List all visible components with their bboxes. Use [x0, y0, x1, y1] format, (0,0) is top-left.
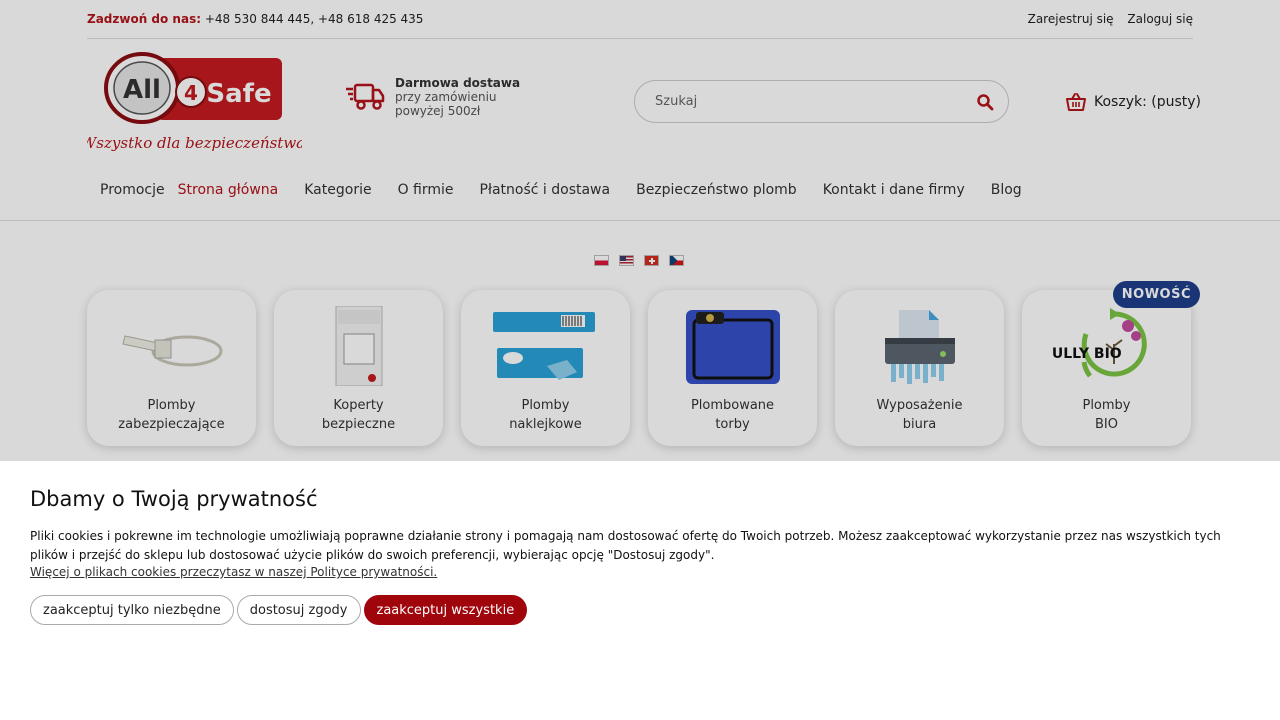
- cookie-buttons: zaakceptuj tylko niezbędne dostosuj zgod…: [30, 595, 1250, 625]
- accept-necessary-button[interactable]: zaakceptuj tylko niezbędne: [30, 595, 234, 625]
- cookie-consent-panel: Dbamy o Twoją prywatność Pliki cookies i…: [0, 461, 1280, 720]
- cookie-text: Pliki cookies i pokrewne im technologie …: [30, 529, 1221, 562]
- customize-consent-button[interactable]: dostosuj zgody: [236, 595, 361, 625]
- privacy-policy-link[interactable]: Więcej o plikach cookies przeczytasz w n…: [30, 565, 1250, 579]
- modal-overlay[interactable]: [0, 0, 1280, 461]
- cookie-title: Dbamy o Twoją prywatność: [30, 487, 318, 511]
- accept-all-button[interactable]: zaakceptuj wszystkie: [363, 595, 528, 625]
- page: Zadzwoń do nas: +48 530 844 445, +48 618…: [0, 0, 1280, 720]
